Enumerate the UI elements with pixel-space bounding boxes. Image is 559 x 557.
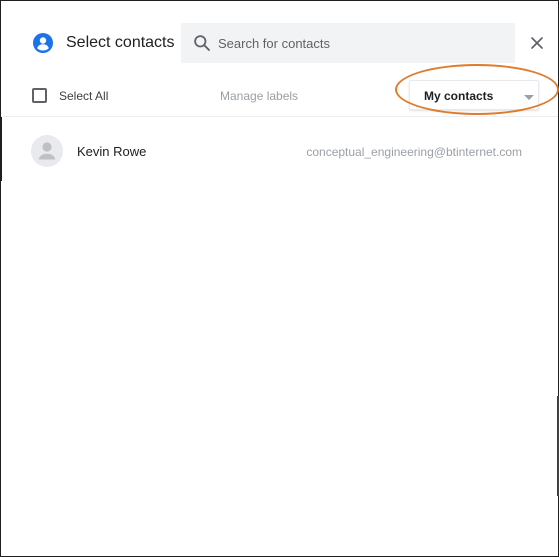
close-button[interactable] (525, 31, 549, 55)
dialog-title: Select contacts (66, 34, 175, 51)
manage-labels-link[interactable]: Manage labels (220, 88, 298, 104)
person-icon (33, 33, 53, 53)
contacts-toolbar: Select All Manage labels My contacts (1, 71, 558, 117)
select-all-label: Select All (59, 89, 109, 103)
search-box[interactable] (181, 23, 515, 63)
contact-row[interactable]: Kevin Rowe conceptual_engineering@btinte… (1, 129, 558, 177)
caret-down-icon (524, 95, 534, 100)
contact-email: conceptual_engineering@btinternet.com (306, 145, 522, 159)
search-input[interactable] (218, 23, 508, 63)
left-edge-divider (1, 117, 2, 181)
search-icon (193, 34, 211, 52)
contact-name: Kevin Rowe (77, 144, 147, 159)
default-avatar-icon (31, 135, 63, 167)
select-contacts-dialog: Select contacts Select All Manage labels… (0, 0, 559, 557)
contacts-group-selected: My contacts (424, 89, 494, 103)
dialog-header: Select contacts (1, 1, 558, 71)
close-icon (531, 37, 543, 49)
contacts-group-dropdown[interactable]: My contacts (409, 80, 539, 110)
select-all-checkbox[interactable] (32, 88, 47, 103)
